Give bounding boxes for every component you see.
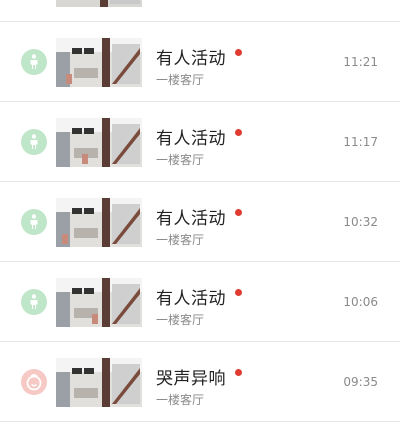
person-icon <box>21 209 47 235</box>
person-icon <box>21 49 47 75</box>
event-row[interactable] <box>0 0 400 22</box>
unread-dot <box>235 369 242 376</box>
event-time: 10:32 <box>343 215 378 229</box>
event-row[interactable]: 哭声异响 一楼客厅 09:35 <box>0 342 400 422</box>
crying-baby-icon <box>21 369 47 395</box>
unread-dot <box>235 209 242 216</box>
unread-dot <box>235 49 242 56</box>
event-title: 哭声异响 <box>156 369 226 389</box>
event-title: 有人活动 <box>156 49 226 69</box>
event-row[interactable]: 有人活动 一楼客厅 11:21 <box>0 22 400 102</box>
event-location: 一楼客厅 <box>156 313 205 327</box>
event-thumbnail[interactable] <box>56 118 142 167</box>
event-thumbnail[interactable] <box>56 38 142 87</box>
person-icon <box>21 129 47 155</box>
event-list: 有人活动 一楼客厅 11:21 有人活动 一楼客厅 11:17 有人活动 一楼客… <box>0 0 400 422</box>
event-thumbnail[interactable] <box>56 0 142 7</box>
event-location: 一楼客厅 <box>156 73 205 87</box>
event-row[interactable]: 有人活动 一楼客厅 10:06 <box>0 262 400 342</box>
event-thumbnail[interactable] <box>56 278 142 327</box>
event-row[interactable]: 有人活动 一楼客厅 10:32 <box>0 182 400 262</box>
event-title: 有人活动 <box>156 289 226 309</box>
unread-dot <box>235 289 242 296</box>
event-time: 11:21 <box>343 55 378 69</box>
event-title: 有人活动 <box>156 129 226 149</box>
event-time: 10:06 <box>343 295 378 309</box>
event-time: 09:35 <box>343 375 378 389</box>
person-icon <box>21 289 47 315</box>
event-time: 11:17 <box>343 135 378 149</box>
event-location: 一楼客厅 <box>156 153 205 167</box>
event-row[interactable]: 有人活动 一楼客厅 11:17 <box>0 102 400 182</box>
event-location: 一楼客厅 <box>156 233 205 247</box>
event-title: 有人活动 <box>156 209 226 229</box>
unread-dot <box>235 129 242 136</box>
event-thumbnail[interactable] <box>56 198 142 247</box>
